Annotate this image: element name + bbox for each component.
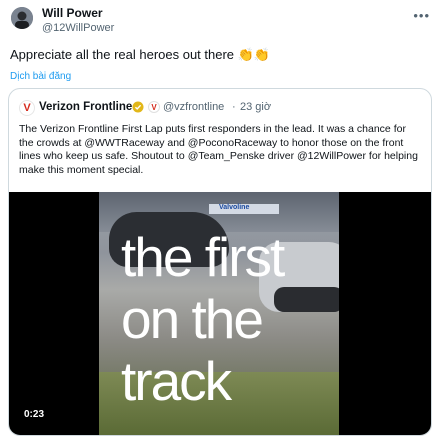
overlay-line-1: the first: [121, 226, 285, 288]
video-overlay-text: the first on the track: [121, 226, 285, 412]
verizon-logo-avatar[interactable]: V: [19, 100, 35, 116]
translate-link[interactable]: Dịch bài đăng: [10, 71, 71, 82]
sponsor-banner-text: Valvoline: [219, 204, 250, 211]
avatar-image: [11, 7, 33, 29]
quoted-timestamp[interactable]: 23 giờ: [240, 101, 271, 113]
quoted-author-name[interactable]: Verizon Frontline: [39, 101, 132, 113]
video-player[interactable]: Valvoline the first on the track 0:23: [9, 192, 431, 435]
quoted-tweet[interactable]: V Verizon Frontline V @vzfrontline · 23 …: [8, 88, 432, 436]
quoted-author-handle[interactable]: @vzfrontline: [163, 101, 224, 113]
video-duration: 0:23: [24, 409, 45, 420]
author-name[interactable]: Will Power: [42, 6, 103, 20]
pace-car-detail: [274, 287, 339, 312]
video-frame: Valvoline the first on the track: [99, 192, 339, 435]
tweet: Will Power @12WillPower ••• Appreciate a…: [0, 0, 442, 443]
affiliate-logo-icon: V: [148, 101, 160, 113]
quoted-text: The Verizon Frontline First Lap puts fir…: [19, 123, 418, 176]
verified-badge-icon: [132, 101, 144, 113]
author-handle[interactable]: @12WillPower: [42, 22, 114, 34]
separator-dot: ·: [232, 101, 236, 113]
avatar[interactable]: [11, 7, 33, 29]
more-horizontal-icon[interactable]: •••: [413, 8, 430, 23]
overlay-line-2: on the: [121, 288, 264, 350]
overlay-line-3: track: [121, 350, 232, 412]
tweet-text: Appreciate all the real heroes out there…: [10, 47, 271, 62]
